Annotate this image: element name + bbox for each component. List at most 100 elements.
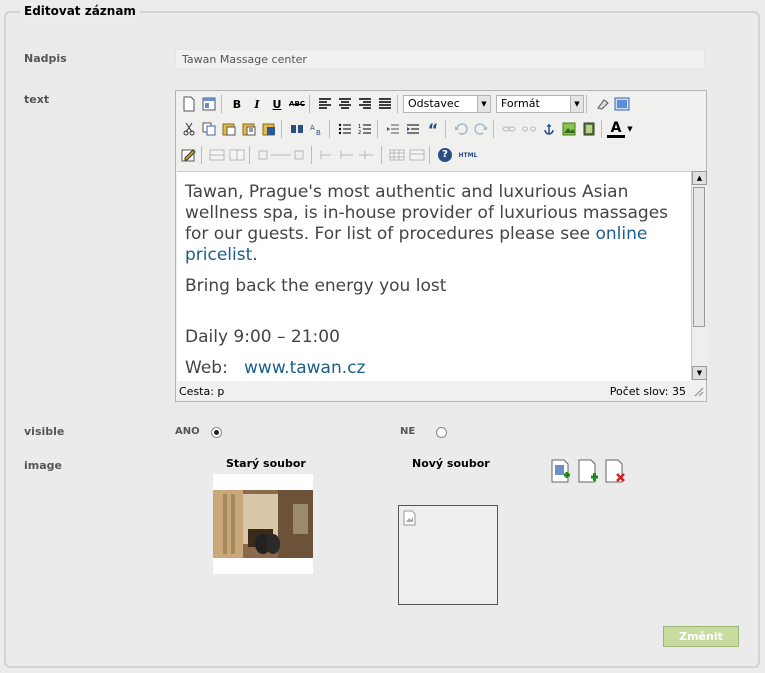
bold-button[interactable]: B xyxy=(227,94,247,114)
align-left-icon[interactable] xyxy=(315,94,335,114)
add-new-file-icon[interactable] xyxy=(577,459,599,485)
visible-label: visible xyxy=(24,425,65,438)
nadpis-label: Nadpis xyxy=(24,52,67,65)
content-empty-paragraph xyxy=(185,307,683,317)
cut-icon[interactable] xyxy=(179,119,199,139)
svg-text:2: 2 xyxy=(358,130,361,135)
table-col-icon[interactable] xyxy=(227,145,247,165)
toolbar-separator xyxy=(493,120,497,138)
table-insert-icon[interactable] xyxy=(255,145,309,165)
redo-icon[interactable] xyxy=(471,119,491,139)
image-icon[interactable] xyxy=(559,119,579,139)
resize-handle-icon[interactable] xyxy=(694,387,704,397)
copy-icon[interactable] xyxy=(199,119,219,139)
align-center-icon[interactable] xyxy=(335,94,355,114)
italic-button[interactable]: I xyxy=(247,94,267,114)
style-format-select[interactable]: Formát ▼ xyxy=(496,95,584,113)
content-paragraph: Web: www.tawan.cz xyxy=(185,358,683,379)
content-paragraph: Bring back the energy you lost xyxy=(185,276,447,296)
fullscreen-icon[interactable] xyxy=(612,94,632,114)
content-paragraph: Daily 9:00 – 21:00 xyxy=(185,327,340,347)
toolbar-row-2: AB 12 “ A ▼ xyxy=(179,118,635,140)
blockquote-button[interactable]: “ xyxy=(423,119,443,139)
editor-content[interactable]: Tawan, Prague's most authentic and luxur… xyxy=(177,171,691,381)
table-row-icon[interactable] xyxy=(207,145,227,165)
table-props-icon[interactable] xyxy=(407,145,427,165)
toolbar-separator xyxy=(586,95,590,113)
edit-html-icon[interactable] xyxy=(179,145,199,165)
templates-icon[interactable] xyxy=(199,94,219,114)
html-source-button[interactable]: HTML xyxy=(455,145,481,165)
align-justify-icon[interactable] xyxy=(375,94,395,114)
new-document-icon[interactable] xyxy=(179,94,199,114)
scroll-down-icon[interactable]: ▼ xyxy=(692,366,707,380)
numbered-list-icon[interactable]: 12 xyxy=(355,119,375,139)
toolbar-separator xyxy=(445,120,449,138)
visible-no-label: NE xyxy=(400,426,416,437)
undo-icon[interactable] xyxy=(451,119,471,139)
nadpis-input[interactable]: Tawan Massage center xyxy=(175,49,705,69)
anchor-icon[interactable] xyxy=(539,119,559,139)
block-format-select[interactable]: Odstavec ▼ xyxy=(403,95,491,113)
chevron-down-icon: ▼ xyxy=(570,96,583,112)
replace-icon[interactable]: AB xyxy=(307,119,327,139)
word-count: Počet slov: 35 xyxy=(609,385,686,398)
scroll-thumb[interactable] xyxy=(693,187,705,327)
old-image-thumbnail xyxy=(213,474,313,574)
image-label: image xyxy=(24,459,62,472)
visible-yes-label: ANO xyxy=(175,426,200,437)
content-paragraph: Tawan, Prague's most authentic and luxur… xyxy=(185,182,683,266)
broken-image-icon xyxy=(403,510,416,526)
toolbar-separator xyxy=(309,95,313,113)
toolbar-separator xyxy=(601,120,605,138)
clear-formatting-icon[interactable] xyxy=(592,94,612,114)
editor-scrollbar[interactable]: ▲ ▼ xyxy=(691,171,707,380)
toolbar-separator xyxy=(249,146,253,164)
svg-text:B: B xyxy=(316,129,321,136)
toolbar-separator xyxy=(281,120,285,138)
content-text: . xyxy=(252,245,258,265)
content-text: Web: xyxy=(185,358,228,378)
scroll-up-icon[interactable]: ▲ xyxy=(692,171,707,185)
find-icon[interactable] xyxy=(287,119,307,139)
media-icon[interactable] xyxy=(579,119,599,139)
help-button[interactable]: ? xyxy=(435,145,455,165)
svg-text:A: A xyxy=(310,124,315,132)
style-format-value: Formát xyxy=(501,97,540,110)
unlink-icon[interactable] xyxy=(519,119,539,139)
delete-file-icon[interactable] xyxy=(604,459,626,485)
align-right-icon[interactable] xyxy=(355,94,375,114)
add-file-icon[interactable] xyxy=(550,459,572,485)
paste-icon[interactable] xyxy=(219,119,239,139)
underline-button[interactable]: U xyxy=(267,94,287,114)
fieldset-legend: Editovat záznam xyxy=(20,4,140,18)
visible-yes-radio[interactable] xyxy=(211,427,222,438)
toolbar-separator xyxy=(221,95,225,113)
link-icon[interactable] xyxy=(499,119,519,139)
toolbar-separator xyxy=(311,146,315,164)
chevron-down-icon: ▼ xyxy=(477,96,490,112)
toolbar-separator xyxy=(377,120,381,138)
indent-icon[interactable] xyxy=(403,119,423,139)
text-color-button[interactable]: A xyxy=(607,120,625,138)
help-icon: ? xyxy=(438,148,452,162)
table-merge-icon[interactable] xyxy=(317,145,379,165)
visible-no-radio[interactable] xyxy=(436,427,447,438)
table-split-icon[interactable] xyxy=(387,145,407,165)
toolbar-separator xyxy=(429,146,433,164)
text-label: text xyxy=(24,93,50,106)
toolbar-row-1: B I U ABC Odstavec ▼ Formát ▼ xyxy=(179,93,632,115)
rich-text-editor: B I U ABC Odstavec ▼ Formát ▼ AB 12 “ A … xyxy=(175,90,707,402)
website-link[interactable]: www.tawan.cz xyxy=(244,358,365,378)
submit-button[interactable]: Změnit xyxy=(663,626,739,647)
outdent-icon[interactable] xyxy=(383,119,403,139)
element-path: Cesta: p xyxy=(179,385,225,398)
chevron-down-icon[interactable]: ▼ xyxy=(625,119,635,139)
paste-word-icon[interactable] xyxy=(259,119,279,139)
strikethrough-button[interactable]: ABC xyxy=(287,94,307,114)
paste-text-icon[interactable] xyxy=(239,119,259,139)
toolbar-separator xyxy=(201,146,205,164)
old-file-label: Starý soubor xyxy=(226,457,306,470)
bullet-list-icon[interactable] xyxy=(335,119,355,139)
toolbar-row-3: ? HTML xyxy=(179,144,481,166)
